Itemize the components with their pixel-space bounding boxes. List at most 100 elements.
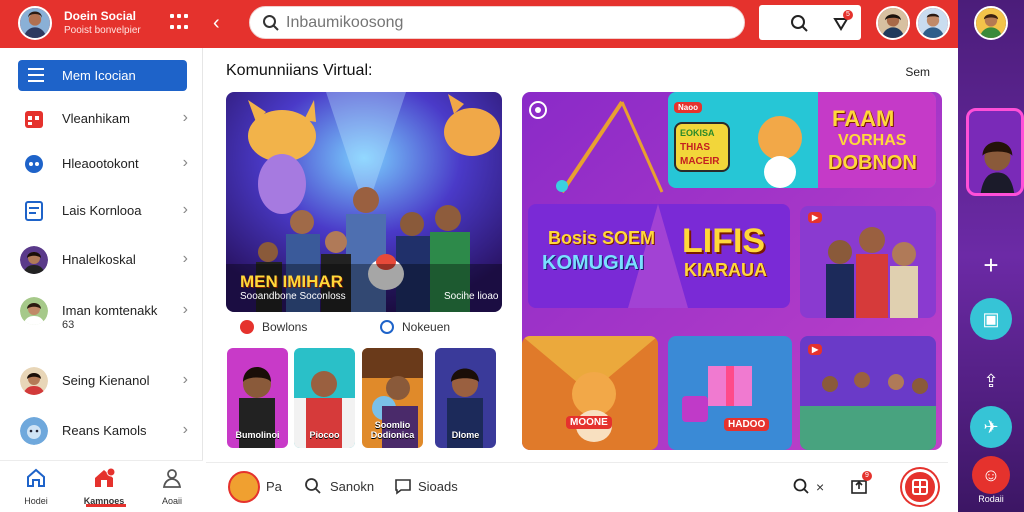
user-avatar xyxy=(20,297,48,325)
profile-avatar[interactable] xyxy=(18,6,52,40)
video-thumbnail[interactable]: Soomlio Dodionica xyxy=(362,348,423,448)
camera-icon[interactable] xyxy=(528,100,548,120)
video-thumbnail[interactable]: Bumolinoi xyxy=(227,348,288,448)
video-thumbnail[interactable]: Dlome xyxy=(435,348,496,448)
media-icon[interactable]: ▣ xyxy=(970,298,1012,340)
calendar-icon xyxy=(25,111,43,128)
hero-title: MEN IMIHAR xyxy=(240,272,343,291)
menu-fab-button[interactable] xyxy=(902,469,938,505)
top-bar: Doein Social Pooist bonvelpier ‹ 5 xyxy=(0,0,958,48)
chevron-right-icon: › xyxy=(182,371,188,388)
brand-name: Doein Social xyxy=(64,9,137,23)
sidebar: Mem Icocian Vleanhikam › Hleaootokont › … xyxy=(0,48,203,460)
search-input[interactable] xyxy=(286,12,726,34)
thumbnail-caption: Piocoo xyxy=(309,430,340,440)
sidebar-item-vleanhikam[interactable]: Vleanhikam › xyxy=(12,99,192,139)
chevron-right-icon: › xyxy=(182,201,188,218)
sidebar-item-hnalelkoskal[interactable]: Hnalelkoskal › xyxy=(12,240,192,280)
post-label[interactable]: Pa xyxy=(266,479,282,494)
main-menu-button[interactable]: Mem Icocian xyxy=(18,60,187,91)
search-icon[interactable] xyxy=(304,477,322,495)
add-icon[interactable]: + xyxy=(970,244,1012,286)
live-badge: ▶ xyxy=(808,344,823,355)
sidebar-item-count: 63 xyxy=(62,319,75,331)
chevron-right-icon: › xyxy=(182,421,188,438)
menu-label: Mem Icocian xyxy=(62,68,136,83)
chevron-right-icon: › xyxy=(182,154,188,171)
document-icon xyxy=(25,201,43,221)
nav-label: Aoaii xyxy=(161,496,182,506)
share-icon[interactable]: ⇪ xyxy=(970,360,1012,402)
nav-home[interactable]: Hodei xyxy=(6,467,66,506)
hero-card[interactable]: MEN IMIHAR Sooandbone Soconloss Socihe l… xyxy=(226,92,502,312)
chat-label[interactable]: Sioads xyxy=(418,479,458,494)
sticker-text: MACEIR xyxy=(680,156,720,167)
gift-badge: HADOO xyxy=(724,418,770,431)
search-label[interactable]: Sanokn xyxy=(330,479,374,494)
grid-icon xyxy=(912,479,928,495)
friend-avatar[interactable] xyxy=(916,6,950,40)
chat-icon xyxy=(25,155,43,173)
reaction-comments[interactable]: Nokeuen xyxy=(380,320,450,334)
nav-label: Hodei xyxy=(24,496,48,506)
search-bar[interactable] xyxy=(249,6,745,39)
nav-account[interactable]: Aoaii xyxy=(142,467,202,506)
search-icon xyxy=(263,15,279,31)
see-all-link[interactable]: Sem xyxy=(905,65,930,79)
chat-icon[interactable] xyxy=(394,477,412,495)
reaction-likes[interactable]: Bowlons xyxy=(240,320,307,334)
chevron-right-icon: › xyxy=(182,301,188,318)
rail-avatar[interactable] xyxy=(974,6,1008,40)
sidebar-item-label: Iman komtenakk xyxy=(62,303,158,318)
sticker-text: EOKISA xyxy=(680,128,715,138)
composer-avatar[interactable] xyxy=(228,471,260,503)
lifis-title: LIFIS xyxy=(682,222,766,260)
user-icon xyxy=(162,469,182,488)
reaction-label: Nokeuen xyxy=(402,320,451,334)
sidebar-item-label: Lais Kornlooa xyxy=(62,203,142,218)
promo-card[interactable] xyxy=(966,108,1024,196)
thumbnail-caption: Bumolinoi xyxy=(235,430,280,440)
sidebar-item-reans-kamols[interactable]: Reans Kamols › xyxy=(12,411,192,451)
send-icon[interactable]: ✈ xyxy=(970,406,1012,448)
user-avatar xyxy=(20,246,48,274)
search-icon[interactable] xyxy=(792,477,810,495)
bosis-subtitle: KOMUGIAI xyxy=(542,252,645,274)
lifis-subtitle: KIARAUA xyxy=(684,260,767,280)
faam-subtitle: DOBNON xyxy=(828,152,917,174)
gift-tile[interactable]: HADOO xyxy=(668,336,792,450)
community-icon xyxy=(95,467,116,487)
fox-badge: MOONE xyxy=(566,416,612,429)
home-icon xyxy=(27,468,45,487)
brand-subtitle: Pooist bonvelpier xyxy=(64,25,141,36)
nav-community[interactable]: Kamnoes xyxy=(74,467,134,506)
search-icon[interactable] xyxy=(789,13,809,33)
back-icon[interactable]: ‹ xyxy=(213,12,220,35)
profile-icon[interactable]: ☺ xyxy=(972,456,1010,494)
apps-grid-icon[interactable] xyxy=(170,14,188,32)
group-photo-tile[interactable]: ▶ xyxy=(800,206,936,318)
sidebar-item-hleaootokont[interactable]: Hleaootokont › xyxy=(12,144,192,184)
friend-avatar[interactable] xyxy=(876,6,910,40)
sidebar-item-seing-kienanol[interactable]: Seing Kienanol › xyxy=(12,361,192,401)
close-icon[interactable]: × xyxy=(816,479,824,495)
section-title: Komunniians Virtual: xyxy=(226,62,373,79)
live-badge: Naoo xyxy=(674,102,702,113)
faam-title: FAAM xyxy=(832,106,895,131)
sidebar-item-lais-kornlooa[interactable]: Lais Kornlooa › xyxy=(12,191,192,231)
video-thumbnail[interactable]: Piocoo xyxy=(294,348,355,448)
sidebar-item-iman-komtenakk[interactable]: Iman komtenakk 63 › xyxy=(12,291,192,343)
fox-tile[interactable]: MOONE xyxy=(522,336,658,450)
sidebar-item-label: Seing Kienanol xyxy=(62,373,150,388)
composer-bar: Pa Sanokn Sioads × 9 xyxy=(206,462,948,512)
thumbnail-caption: Dlome xyxy=(451,430,480,440)
live-badge: ▶ xyxy=(808,212,823,223)
chevron-right-icon: › xyxy=(182,109,188,126)
sticker-tile[interactable]: EOKISA THIAS MACEIR xyxy=(674,122,730,172)
active-nav-indicator xyxy=(86,504,126,507)
user-avatar xyxy=(20,367,48,395)
bosis-tile[interactable]: Bosis SOEM KOMUGIAI LIFIS KIARAUA xyxy=(528,204,790,308)
sidebar-item-label: Reans Kamols xyxy=(62,423,147,438)
party-tile[interactable]: ▶ xyxy=(800,336,936,450)
sidebar-item-label: Vleanhikam xyxy=(62,111,130,126)
